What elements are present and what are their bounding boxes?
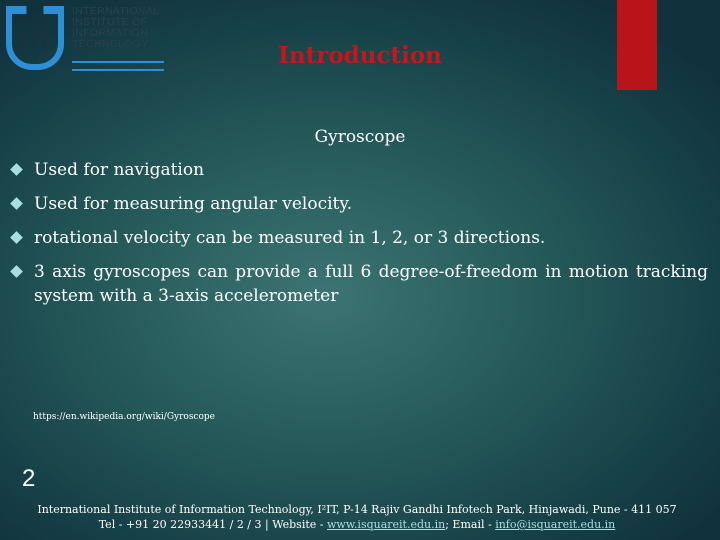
list-item: Used for navigation	[10, 158, 708, 182]
diamond-bullet-icon	[10, 197, 23, 210]
reference-link[interactable]: https://en.wikipedia.org/wiki/Gyroscope	[33, 412, 215, 422]
footer-address: International Institute of Information T…	[37, 503, 677, 516]
list-item: Used for measuring angular velocity.	[10, 192, 708, 216]
footer: International Institute of Information T…	[0, 502, 714, 532]
list-item: 3 axis gyroscopes can provide a full 6 d…	[10, 260, 708, 308]
diamond-bullet-icon	[10, 265, 23, 278]
page-number: 2	[22, 465, 36, 492]
slide-subtitle: Gyroscope	[314, 127, 406, 147]
diamond-bullet-icon	[10, 163, 23, 176]
footer-tel: Tel - +91 20 22933441 / 2 / 3 | Website …	[98, 518, 327, 531]
list-item: rotational velocity can be measured in 1…	[10, 226, 708, 250]
website-link[interactable]: www.isquareit.edu.in	[327, 518, 445, 531]
slide-title: Introduction	[278, 42, 442, 69]
diamond-bullet-icon	[10, 231, 23, 244]
email-link[interactable]: info@isquareit.edu.in	[495, 518, 615, 531]
bullet-list: Used for navigation Used for measuring a…	[10, 158, 708, 318]
